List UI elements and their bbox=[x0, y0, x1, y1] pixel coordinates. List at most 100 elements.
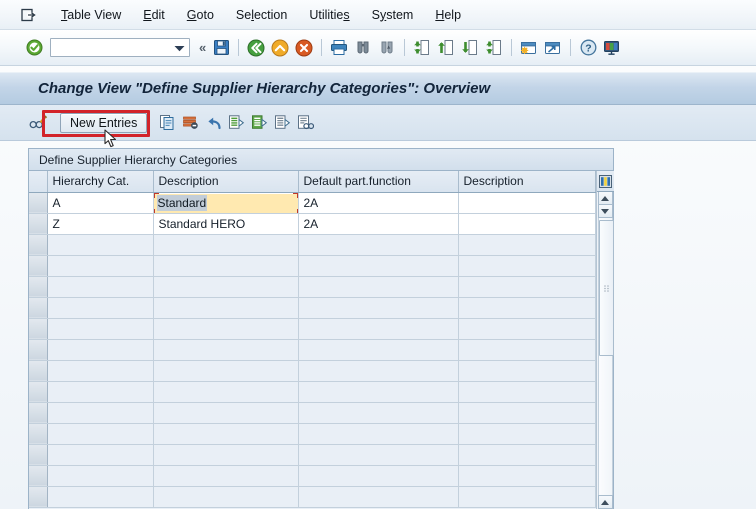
cell-hierarchy-cat[interactable] bbox=[47, 465, 154, 487]
select-block-list-icon[interactable] bbox=[249, 112, 270, 134]
scroll-down-arrow-icon[interactable] bbox=[597, 205, 613, 218]
cell-default-part-function[interactable]: 2A bbox=[298, 213, 459, 235]
row-selector[interactable] bbox=[29, 255, 48, 277]
cell-description-2[interactable] bbox=[458, 297, 596, 319]
table-row[interactable] bbox=[29, 402, 596, 424]
cell-description-2[interactable] bbox=[458, 360, 596, 382]
cell-default-part-function[interactable] bbox=[298, 423, 459, 445]
table-row[interactable] bbox=[29, 318, 596, 340]
row-selector[interactable] bbox=[29, 234, 48, 256]
cell-description[interactable]: Standard HERO bbox=[153, 213, 299, 235]
details-glasses-icon[interactable] bbox=[295, 112, 316, 134]
select-layout-columns-icon[interactable] bbox=[596, 171, 614, 192]
cell-description[interactable] bbox=[153, 444, 299, 466]
table-row[interactable] bbox=[29, 423, 596, 445]
table-row[interactable] bbox=[29, 465, 596, 487]
column-header-default-part-function[interactable]: Default part.function bbox=[298, 171, 459, 193]
display-change-glasses-pencil-icon[interactable] bbox=[28, 112, 49, 134]
menu-item-edit[interactable]: Edit bbox=[132, 6, 176, 24]
description-input-active[interactable]: Standard bbox=[153, 192, 297, 212]
cell-description-2[interactable] bbox=[458, 234, 596, 256]
cell-default-part-function[interactable] bbox=[298, 486, 459, 508]
cell-description-2[interactable] bbox=[458, 381, 596, 403]
row-selector[interactable] bbox=[29, 444, 48, 466]
cell-description[interactable] bbox=[153, 318, 299, 340]
last-page-button[interactable] bbox=[483, 37, 505, 59]
cell-description-2[interactable] bbox=[458, 423, 596, 445]
cell-description-2[interactable] bbox=[458, 444, 596, 466]
select-all-list-icon[interactable] bbox=[226, 112, 247, 134]
row-selector[interactable] bbox=[29, 486, 48, 508]
vertical-scrollbar[interactable] bbox=[596, 171, 614, 509]
first-page-button[interactable] bbox=[411, 37, 433, 59]
column-header-description-2[interactable]: Description bbox=[458, 171, 596, 193]
find-next-button[interactable] bbox=[376, 37, 398, 59]
cell-description-2[interactable] bbox=[458, 213, 596, 235]
double-chevron-left-icon[interactable]: « bbox=[194, 40, 209, 55]
cell-description[interactable] bbox=[153, 339, 299, 361]
cell-hierarchy-cat[interactable] bbox=[47, 276, 154, 298]
cell-default-part-function[interactable] bbox=[298, 402, 459, 424]
cell-default-part-function[interactable]: 2A bbox=[298, 192, 459, 214]
menu-item-selection[interactable]: Selection bbox=[225, 6, 298, 24]
cell-hierarchy-cat[interactable] bbox=[47, 297, 154, 319]
deselect-all-list-icon[interactable] bbox=[272, 112, 293, 134]
cell-hierarchy-cat[interactable] bbox=[47, 234, 154, 256]
chevron-down-icon[interactable] bbox=[174, 41, 185, 55]
row-selector[interactable] bbox=[29, 402, 48, 424]
column-header-description[interactable]: Description bbox=[153, 171, 299, 193]
command-field[interactable] bbox=[16, 38, 190, 57]
cell-description[interactable] bbox=[153, 360, 299, 382]
session-menu-icon[interactable] bbox=[18, 6, 38, 24]
cell-description-2[interactable] bbox=[458, 402, 596, 424]
cell-description[interactable] bbox=[153, 255, 299, 277]
copy-document-icon[interactable] bbox=[157, 112, 178, 134]
find-button[interactable] bbox=[352, 37, 374, 59]
cell-description[interactable] bbox=[153, 276, 299, 298]
new-entries-button[interactable]: New Entries bbox=[60, 112, 148, 133]
cell-default-part-function[interactable] bbox=[298, 465, 459, 487]
cell-hierarchy-cat[interactable]: A bbox=[47, 192, 154, 214]
cell-description-2[interactable] bbox=[458, 276, 596, 298]
row-selector[interactable] bbox=[29, 297, 48, 319]
exit-button[interactable] bbox=[269, 37, 291, 59]
table-row[interactable] bbox=[29, 360, 596, 382]
undo-arrow-icon[interactable] bbox=[203, 112, 224, 134]
help-button[interactable]: ? bbox=[577, 37, 599, 59]
row-selector[interactable] bbox=[29, 423, 48, 445]
cell-default-part-function[interactable] bbox=[298, 234, 459, 256]
cell-description[interactable] bbox=[153, 381, 299, 403]
cell-description-2[interactable] bbox=[458, 318, 596, 340]
cell-default-part-function[interactable] bbox=[298, 339, 459, 361]
row-selector[interactable] bbox=[29, 381, 48, 403]
cell-description-editing[interactable]: Standard bbox=[153, 192, 299, 214]
cell-hierarchy-cat[interactable] bbox=[47, 255, 154, 277]
cell-description-2[interactable] bbox=[458, 255, 596, 277]
cell-hierarchy-cat[interactable] bbox=[47, 318, 154, 340]
cell-hierarchy-cat[interactable] bbox=[47, 339, 154, 361]
cell-description[interactable] bbox=[153, 486, 299, 508]
row-selector[interactable] bbox=[29, 465, 48, 487]
table-row[interactable] bbox=[29, 276, 596, 298]
menu-item-utilities[interactable]: Utilities bbox=[298, 6, 360, 24]
cell-description[interactable] bbox=[153, 234, 299, 256]
back-button[interactable] bbox=[245, 37, 267, 59]
cell-hierarchy-cat[interactable] bbox=[47, 402, 154, 424]
scroll-track[interactable] bbox=[597, 218, 614, 495]
table-row[interactable]: Z Standard HERO 2A bbox=[29, 213, 596, 235]
row-select-header[interactable] bbox=[29, 171, 48, 193]
cell-description[interactable] bbox=[153, 423, 299, 445]
next-page-button[interactable] bbox=[459, 37, 481, 59]
cell-description-2[interactable] bbox=[458, 486, 596, 508]
cell-description-2[interactable] bbox=[458, 465, 596, 487]
row-selector[interactable] bbox=[29, 318, 48, 340]
table-row[interactable]: A Standard 2A bbox=[29, 192, 596, 214]
cell-description[interactable] bbox=[153, 297, 299, 319]
row-selector[interactable] bbox=[29, 339, 48, 361]
cell-description-2[interactable] bbox=[458, 339, 596, 361]
cell-hierarchy-cat[interactable] bbox=[47, 486, 154, 508]
row-selector[interactable] bbox=[29, 213, 48, 235]
row-selector[interactable] bbox=[29, 192, 48, 214]
cell-description-2[interactable] bbox=[458, 192, 596, 214]
cell-default-part-function[interactable] bbox=[298, 297, 459, 319]
